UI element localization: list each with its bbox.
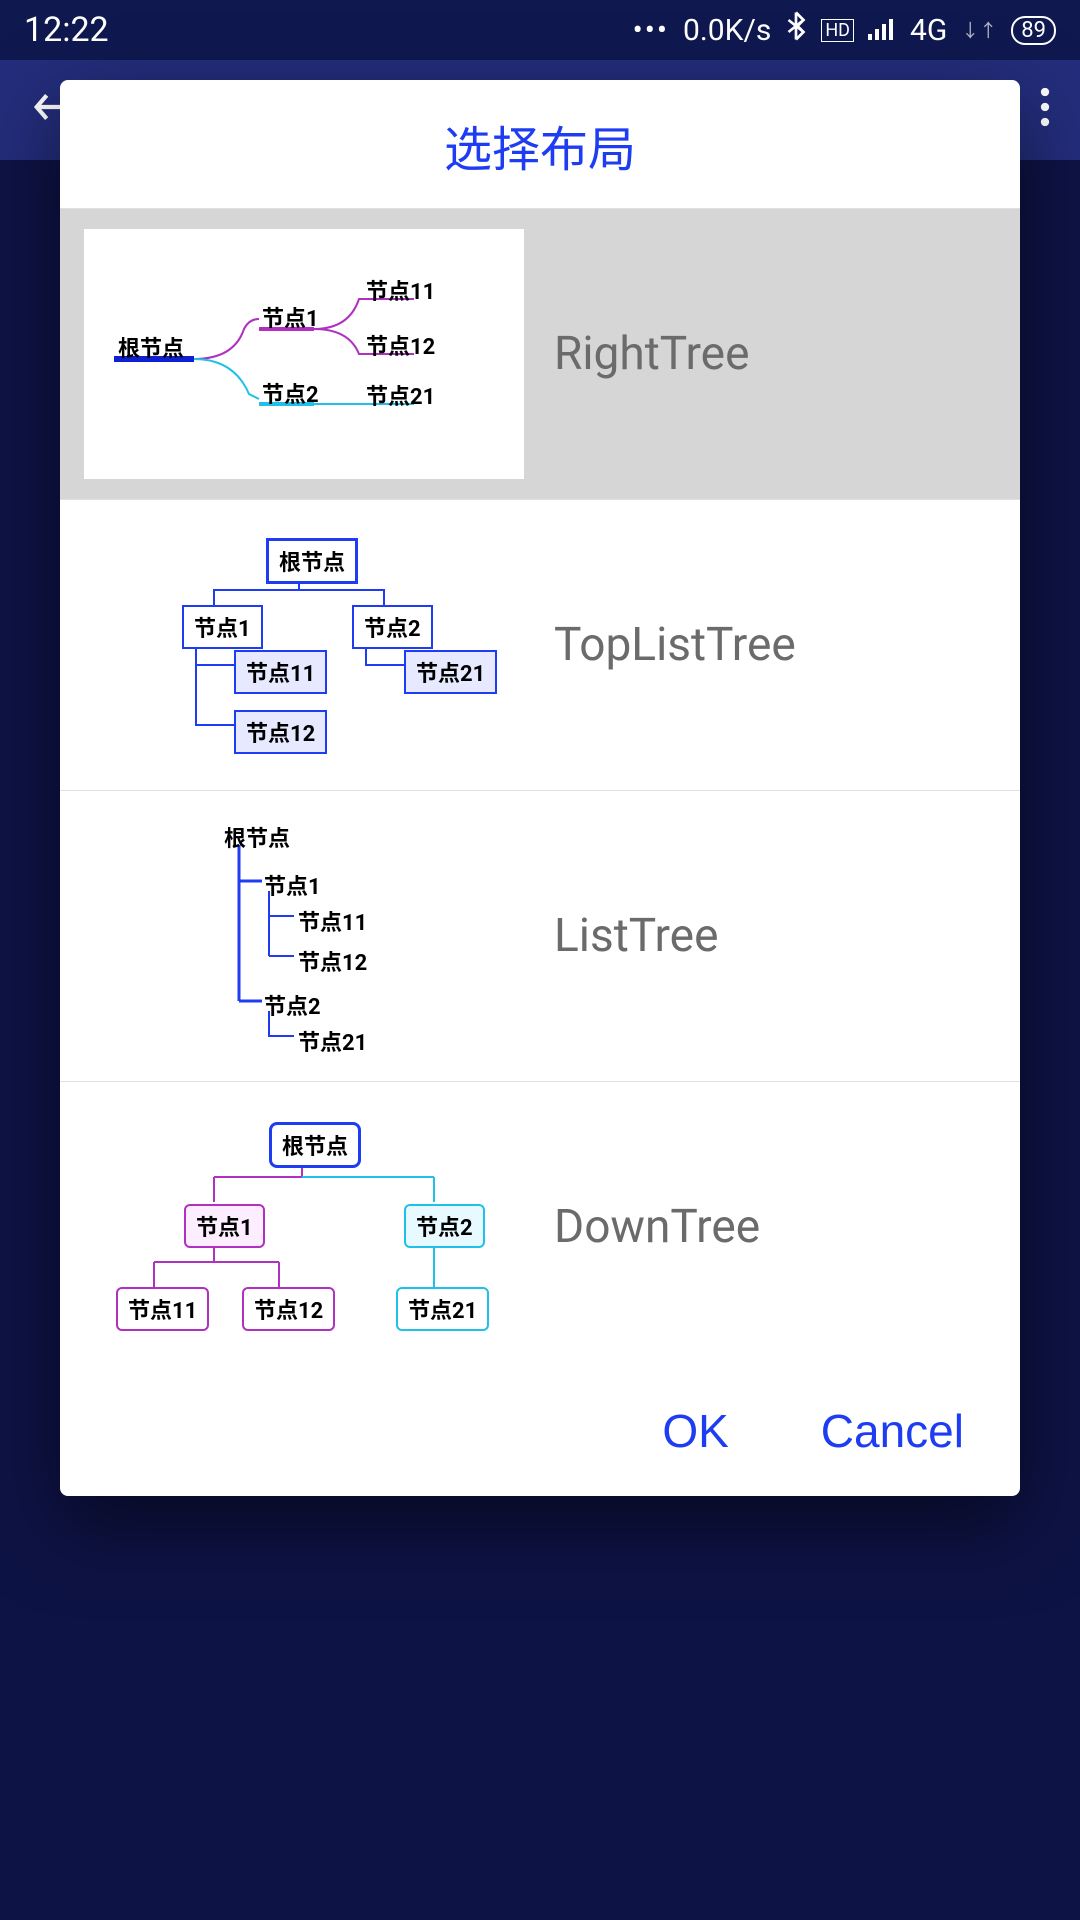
hd-icon: HD <box>821 19 854 42</box>
righttree-thumb: 根节点 节点1 节点2 节点11 节点12 节点21 <box>84 229 524 479</box>
status-speed: 0.0K/s <box>683 13 771 48</box>
layout-option-label: TopListTree <box>554 618 796 672</box>
status-time: 12:22 <box>24 10 109 50</box>
layout-option-righttree[interactable]: 根节点 节点1 节点2 节点11 节点12 节点21 RightTree <box>60 209 1020 500</box>
layout-option-label: RightTree <box>554 327 749 381</box>
dialog-actions: OK Cancel <box>60 1372 1020 1496</box>
status-net: 4G <box>910 13 947 48</box>
ok-button[interactable]: OK <box>646 1396 744 1466</box>
listtree-thumb: 根节点 节点1 节点11 节点12 节点2 节点21 <box>84 811 524 1061</box>
layout-option-label: DownTree <box>554 1200 760 1254</box>
more-icon: ••• <box>633 13 669 48</box>
arrows-icon: ↓↑ <box>961 17 997 43</box>
signal-icon <box>868 13 896 48</box>
status-bar: 12:22 ••• 0.0K/s HD 4G ↓↑ 89 <box>0 0 1080 60</box>
layout-option-label: ListTree <box>554 909 718 963</box>
downtree-thumb: 根节点 节点1 节点2 节点11 节点12 节点21 <box>84 1102 524 1352</box>
layout-option-listtree[interactable]: 根节点 节点1 节点11 节点12 节点2 节点21 ListTree <box>60 791 1020 1082</box>
layout-list: 根节点 节点1 节点2 节点11 节点12 节点21 RightTree 根节点 <box>60 209 1020 1372</box>
bluetooth-icon <box>785 11 807 49</box>
status-right: ••• 0.0K/s HD 4G ↓↑ 89 <box>633 11 1056 49</box>
status-battery: 89 <box>1011 16 1056 45</box>
layout-dialog: 选择布局 根节点 节点1 节点2 节点11 节点12 <box>60 80 1020 1496</box>
layout-option-toplisttree[interactable]: 根节点 节点1 节点2 节点11 节点12 节点21 TopListTree <box>60 500 1020 791</box>
cancel-button[interactable]: Cancel <box>805 1396 980 1466</box>
layout-option-downtree[interactable]: 根节点 节点1 节点2 节点11 节点12 节点21 DownTree <box>60 1082 1020 1372</box>
dialog-title: 选择布局 <box>60 80 1020 209</box>
toplisttree-thumb: 根节点 节点1 节点2 节点11 节点12 节点21 <box>84 520 524 770</box>
menu-icon[interactable] <box>1040 82 1050 139</box>
